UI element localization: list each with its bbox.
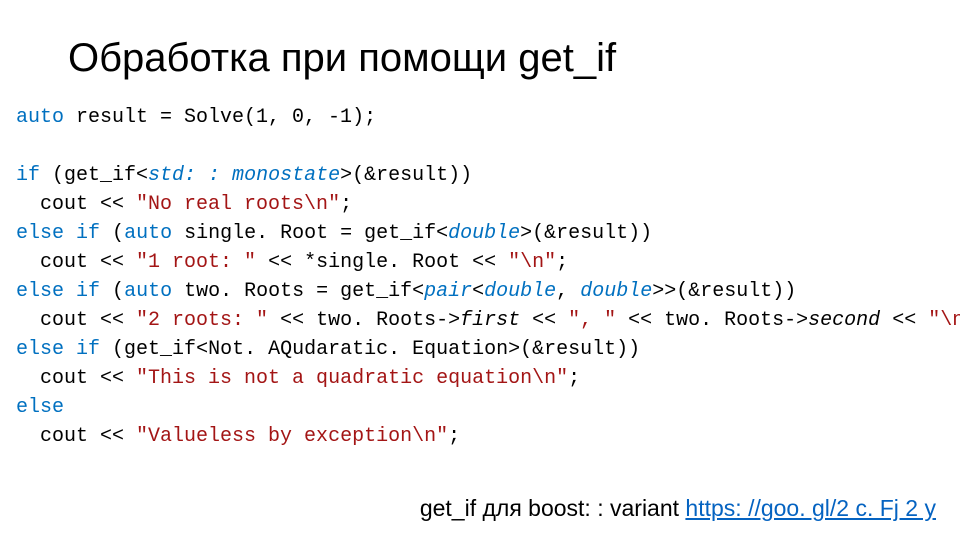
code-text: ;: [448, 425, 460, 448]
code-text: ;: [568, 367, 580, 390]
kw-else: else: [16, 280, 64, 303]
member-first: first: [460, 309, 520, 332]
code-text: >>(&result)): [652, 280, 796, 303]
code-text: ,: [556, 280, 580, 303]
code-text: ;: [340, 193, 352, 216]
kw-auto: auto: [124, 280, 172, 303]
code-text: >(&result)): [520, 222, 652, 245]
code-text: (: [100, 222, 124, 245]
kw-if: if: [16, 164, 40, 187]
kw-auto: auto: [124, 222, 172, 245]
code-text: << two. Roots->: [268, 309, 460, 332]
code-text: cout <<: [16, 367, 136, 390]
footer-note: get_if для boost: : variant https: //goo…: [420, 495, 936, 522]
code-text: two. Roots = get_if<: [172, 280, 424, 303]
string-literal: "2 roots: ": [136, 309, 268, 332]
code-text: (: [100, 280, 124, 303]
kw-if: if: [76, 280, 100, 303]
string-literal: "\n": [928, 309, 960, 332]
code-text: <<: [520, 309, 568, 332]
footer-link[interactable]: https: //goo. gl/2 c. Fj 2 y: [685, 495, 936, 521]
code-block: auto result = Solve(1, 0, -1); if (get_i…: [16, 103, 944, 451]
kw-else: else: [16, 338, 64, 361]
string-literal: "This is not a quadratic equation\n": [136, 367, 568, 390]
code-text: << two. Roots->: [616, 309, 808, 332]
code-text: ;: [556, 251, 568, 274]
code-text: cout <<: [16, 251, 136, 274]
code-text: cout <<: [16, 309, 136, 332]
type-double: double: [484, 280, 556, 303]
kw-else: else: [16, 222, 64, 245]
member-second: second: [808, 309, 880, 332]
code-text: << *single. Root <<: [256, 251, 508, 274]
type-double: double: [580, 280, 652, 303]
code-text: >(&result)): [340, 164, 472, 187]
code-text: <: [472, 280, 484, 303]
string-literal: "Valueless by exception\n": [136, 425, 448, 448]
kw-if: if: [76, 338, 100, 361]
code-text: (get_if<: [40, 164, 148, 187]
string-literal: "No real roots\n": [136, 193, 340, 216]
code-text: result = Solve(1, 0, -1);: [64, 106, 376, 129]
slide: Обработка при помощи get_if auto result …: [0, 0, 960, 540]
footer-text: get_if для boost: : variant: [420, 495, 686, 521]
kw-if: if: [76, 222, 100, 245]
code-text: (get_if<Not. AQudaratic. Equation>(&resu…: [100, 338, 640, 361]
type-monostate: std: : monostate: [148, 164, 340, 187]
string-literal: "1 root: ": [136, 251, 256, 274]
code-text: <<: [880, 309, 928, 332]
type-double: double: [448, 222, 520, 245]
string-literal: "\n": [508, 251, 556, 274]
code-text: single. Root = get_if<: [172, 222, 448, 245]
kw-else: else: [16, 396, 64, 419]
code-text: cout <<: [16, 193, 136, 216]
slide-title: Обработка при помощи get_if: [68, 36, 944, 81]
string-literal: ", ": [568, 309, 616, 332]
code-text: cout <<: [16, 425, 136, 448]
kw-auto: auto: [16, 106, 64, 129]
type-pair: pair: [424, 280, 472, 303]
